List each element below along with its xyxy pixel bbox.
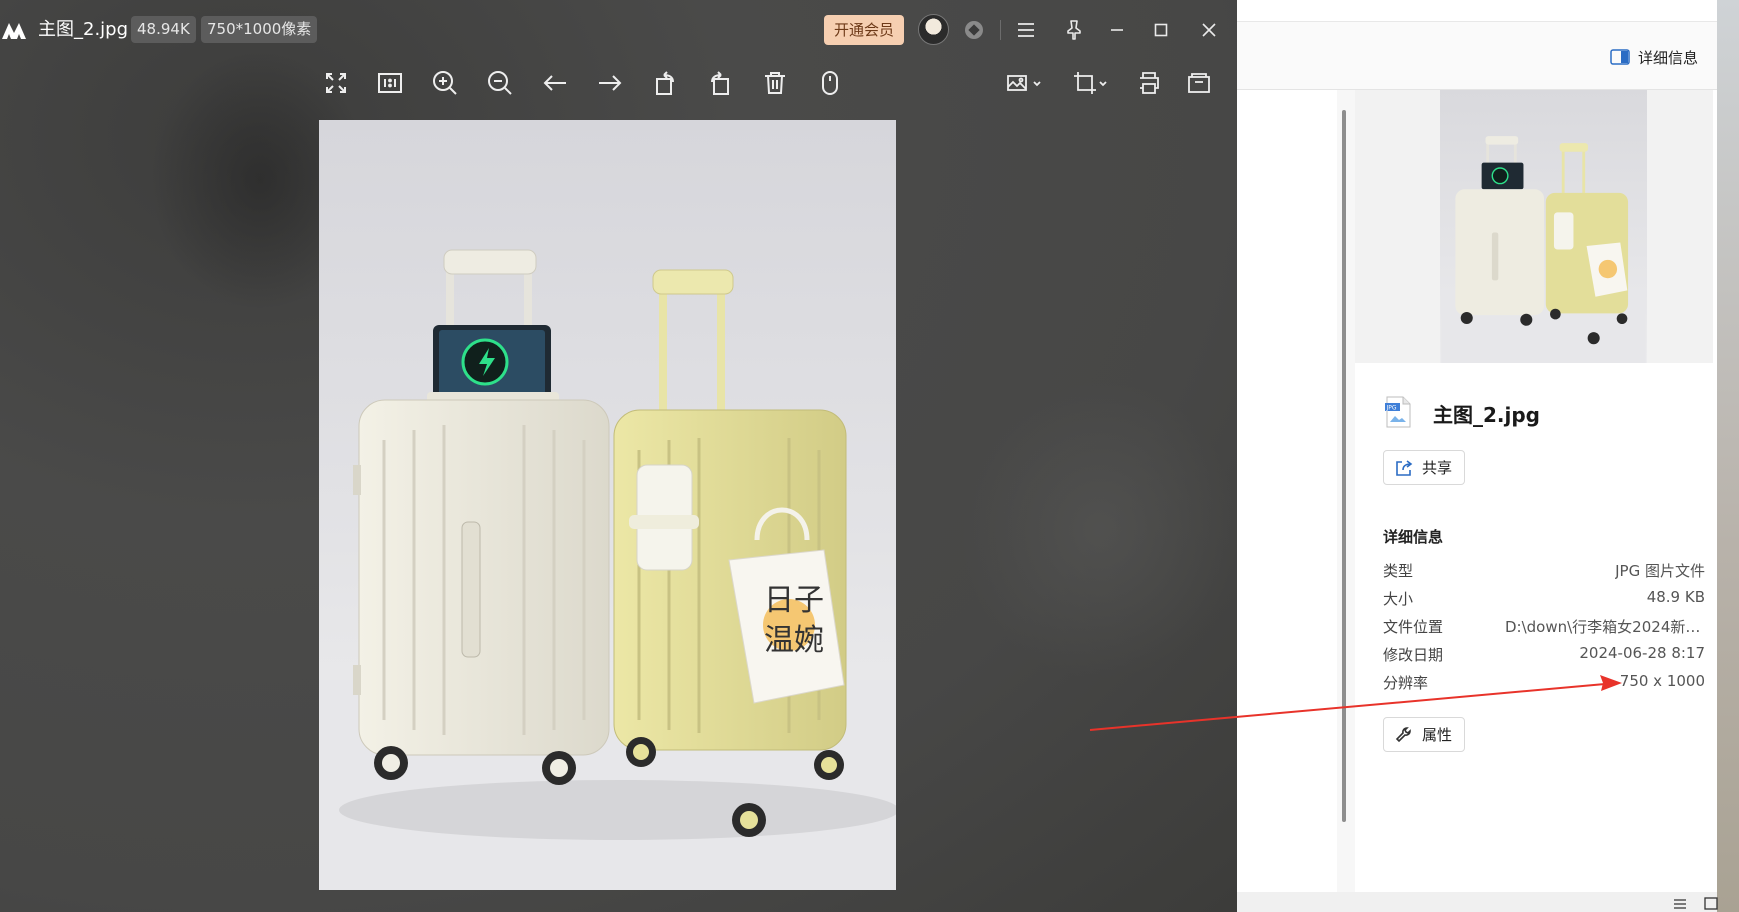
menu-icon[interactable] [1012, 16, 1040, 44]
file-size-chip: 48.94K [131, 16, 196, 43]
bag-text: 温婉 [764, 623, 824, 658]
detail-value: 750 x 1000 [1620, 672, 1705, 690]
detail-value: JPG 图片文件 [1615, 560, 1705, 581]
delete-icon[interactable] [758, 66, 792, 100]
scrollbar-thumb[interactable] [1342, 110, 1346, 822]
details-section-title: 详细信息 [1383, 526, 1443, 547]
svg-text:JPG: JPG [1386, 405, 1397, 412]
detail-label: 分辨率 [1383, 672, 1428, 693]
close-icon[interactable] [1195, 16, 1223, 44]
image-viewer-window: 主图_2.jpg 48.94K 750*1000像素 开通会员 [0, 0, 1237, 912]
share-button[interactable]: 共享 [1383, 450, 1465, 485]
vip-member-button[interactable]: 开通会员 [824, 15, 904, 45]
resolution-chip: 750*1000像素 [201, 16, 317, 43]
app-logo-icon [0, 17, 28, 41]
pin-icon[interactable] [1060, 16, 1088, 44]
bag-text: 日子 [764, 583, 824, 618]
next-icon[interactable] [593, 66, 627, 100]
detail-value: 2024-06-28 8:17 [1579, 644, 1705, 662]
file-list-area [1237, 90, 1337, 892]
previous-icon[interactable] [538, 66, 572, 100]
view-mode-icons[interactable] [1672, 895, 1722, 912]
preview-thumbnail [1440, 90, 1647, 363]
detail-label: 文件位置 [1383, 616, 1443, 637]
background-blur [960, 380, 1237, 680]
details-pane-icon [1610, 49, 1630, 65]
detail-label: 类型 [1383, 560, 1413, 581]
detail-value[interactable]: D:\down\行李箱女2024新款... [1505, 616, 1705, 637]
title-bar: 主图_2.jpg 48.94K 750*1000像素 开通会员 [0, 0, 1237, 60]
mouse-mode-icon[interactable] [813, 66, 847, 100]
jpg-file-icon: JPG [1384, 396, 1412, 428]
details-pane-label: 详细信息 [1638, 47, 1698, 68]
actual-size-icon[interactable] [373, 66, 407, 100]
fullscreen-icon[interactable] [319, 66, 353, 100]
detail-row-location: 文件位置 D:\down\行李箱女2024新款... [1383, 616, 1705, 638]
properties-button[interactable]: 属性 [1383, 717, 1465, 752]
detail-row-resolution: 分辨率 750 x 1000 [1383, 672, 1705, 694]
detail-label: 修改日期 [1383, 644, 1443, 665]
share-label: 共享 [1422, 457, 1452, 478]
minimize-icon[interactable] [1103, 16, 1131, 44]
zoom-out-icon[interactable] [483, 66, 517, 100]
detail-row-modified: 修改日期 2024-06-28 8:17 [1383, 644, 1705, 666]
open-folder-icon[interactable] [1182, 66, 1216, 100]
maximize-icon[interactable] [1147, 16, 1175, 44]
detail-label: 大小 [1383, 588, 1413, 609]
vip-badge-icon[interactable] [965, 21, 983, 39]
window-title: 主图_2.jpg [38, 17, 128, 43]
scrollbar-track[interactable] [1337, 90, 1355, 892]
print-icon[interactable] [1132, 66, 1166, 100]
rotate-right-icon[interactable] [703, 66, 737, 100]
address-bar [1237, 0, 1717, 22]
share-icon [1394, 458, 1414, 478]
crop-icon[interactable] [1070, 66, 1114, 100]
properties-label: 属性 [1422, 724, 1452, 745]
wrench-icon [1394, 725, 1414, 745]
zoom-in-icon[interactable] [428, 66, 462, 100]
image-edit-icon[interactable] [1004, 66, 1048, 100]
detail-row-type: 类型 JPG 图片文件 [1383, 560, 1705, 582]
details-pane-button[interactable]: 详细信息 [1610, 44, 1698, 70]
rotate-left-icon[interactable] [648, 66, 682, 100]
avatar[interactable] [918, 14, 949, 45]
divider [1000, 20, 1001, 40]
detail-value: 48.9 KB [1647, 588, 1705, 606]
displayed-image[interactable]: 日子 温婉 [319, 120, 896, 890]
file-name: 主图_2.jpg [1433, 399, 1540, 428]
desktop-edge [1717, 0, 1739, 912]
detail-row-size: 大小 48.9 KB [1383, 588, 1705, 610]
